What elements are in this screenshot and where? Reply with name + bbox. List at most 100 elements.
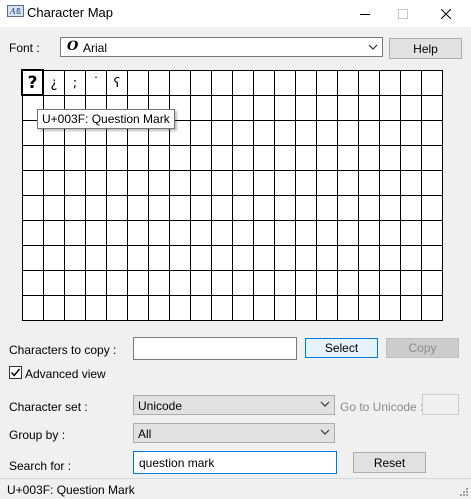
character-cell[interactable] (212, 221, 233, 246)
character-cell[interactable] (338, 221, 359, 246)
character-cell[interactable] (233, 246, 254, 271)
character-cell[interactable] (107, 271, 128, 296)
selected-character-cell[interactable]: ? (21, 69, 44, 96)
character-cell[interactable] (128, 296, 149, 321)
character-cell[interactable] (401, 171, 422, 196)
character-cell[interactable] (212, 246, 233, 271)
character-cell[interactable] (317, 221, 338, 246)
title-bar[interactable]: A ß Character Map (0, 0, 471, 27)
character-cell[interactable] (170, 246, 191, 271)
character-cell[interactable] (86, 296, 107, 321)
character-cell[interactable] (170, 171, 191, 196)
character-cell[interactable] (317, 71, 338, 96)
character-cell[interactable] (233, 271, 254, 296)
character-cell[interactable] (23, 196, 44, 221)
character-cell[interactable] (422, 96, 443, 121)
character-cell[interactable] (233, 221, 254, 246)
character-cell[interactable] (128, 146, 149, 171)
character-cell[interactable] (128, 71, 149, 96)
character-cell[interactable] (191, 296, 212, 321)
character-cell[interactable] (338, 71, 359, 96)
character-cell[interactable] (212, 296, 233, 321)
characters-to-copy-field[interactable] (134, 338, 296, 359)
character-cell[interactable] (233, 171, 254, 196)
character-cell[interactable] (191, 271, 212, 296)
character-cell[interactable] (275, 271, 296, 296)
character-cell[interactable] (170, 196, 191, 221)
character-cell[interactable] (422, 196, 443, 221)
character-cell[interactable] (107, 196, 128, 221)
character-cell[interactable] (296, 196, 317, 221)
resize-grip-icon[interactable] (459, 487, 469, 497)
character-cell[interactable] (128, 196, 149, 221)
character-cell[interactable] (296, 96, 317, 121)
character-cell[interactable] (275, 146, 296, 171)
character-cell[interactable] (359, 271, 380, 296)
character-cell[interactable] (149, 296, 170, 321)
character-cell[interactable] (65, 221, 86, 246)
character-cell[interactable] (65, 271, 86, 296)
character-cell[interactable] (359, 221, 380, 246)
reset-button[interactable]: Reset (353, 452, 426, 473)
character-cell[interactable] (317, 121, 338, 146)
character-cell[interactable]: ¿ (44, 71, 65, 96)
character-cell[interactable] (380, 221, 401, 246)
character-cell[interactable]: ʕ (107, 71, 128, 96)
character-cell[interactable] (191, 146, 212, 171)
character-cell[interactable] (338, 196, 359, 221)
character-cell[interactable] (254, 196, 275, 221)
character-cell[interactable] (380, 121, 401, 146)
character-cell[interactable] (23, 271, 44, 296)
character-cell[interactable] (128, 171, 149, 196)
character-cell[interactable] (212, 271, 233, 296)
character-cell[interactable] (212, 146, 233, 171)
character-cell[interactable] (170, 271, 191, 296)
character-cell[interactable] (149, 71, 170, 96)
character-cell[interactable] (128, 246, 149, 271)
character-cell[interactable] (401, 246, 422, 271)
character-cell[interactable] (212, 121, 233, 146)
character-cell[interactable] (254, 121, 275, 146)
help-button[interactable]: Help (389, 38, 462, 59)
character-cell[interactable] (191, 246, 212, 271)
character-cell[interactable] (254, 221, 275, 246)
character-cell[interactable] (170, 71, 191, 96)
character-cell[interactable] (23, 221, 44, 246)
character-cell[interactable] (380, 171, 401, 196)
character-cell[interactable] (65, 196, 86, 221)
character-cell[interactable] (233, 121, 254, 146)
character-cell[interactable] (422, 296, 443, 321)
character-cell[interactable] (149, 271, 170, 296)
close-button[interactable] (425, 0, 467, 27)
character-cell[interactable] (380, 246, 401, 271)
character-cell[interactable] (191, 171, 212, 196)
character-cell[interactable] (86, 146, 107, 171)
character-cell[interactable] (44, 246, 65, 271)
character-cell[interactable] (86, 246, 107, 271)
character-cell[interactable] (359, 246, 380, 271)
character-cell[interactable] (380, 71, 401, 96)
character-cell[interactable] (212, 71, 233, 96)
character-cell[interactable] (44, 146, 65, 171)
character-cell[interactable] (401, 146, 422, 171)
character-cell[interactable] (44, 196, 65, 221)
character-cell[interactable] (275, 296, 296, 321)
character-cell[interactable] (275, 196, 296, 221)
character-cell[interactable] (191, 96, 212, 121)
character-cell[interactable] (254, 271, 275, 296)
character-cell[interactable] (380, 196, 401, 221)
character-cell[interactable] (107, 146, 128, 171)
character-cell[interactable] (275, 121, 296, 146)
character-cell[interactable] (233, 196, 254, 221)
character-cell[interactable] (338, 296, 359, 321)
character-cell[interactable] (422, 246, 443, 271)
character-cell[interactable] (359, 121, 380, 146)
character-cell[interactable] (317, 246, 338, 271)
character-cell[interactable] (317, 196, 338, 221)
search-field[interactable] (134, 452, 336, 473)
character-cell[interactable] (359, 196, 380, 221)
character-cell[interactable] (317, 296, 338, 321)
character-cell[interactable] (44, 171, 65, 196)
character-cell[interactable] (254, 171, 275, 196)
character-cell[interactable] (422, 171, 443, 196)
